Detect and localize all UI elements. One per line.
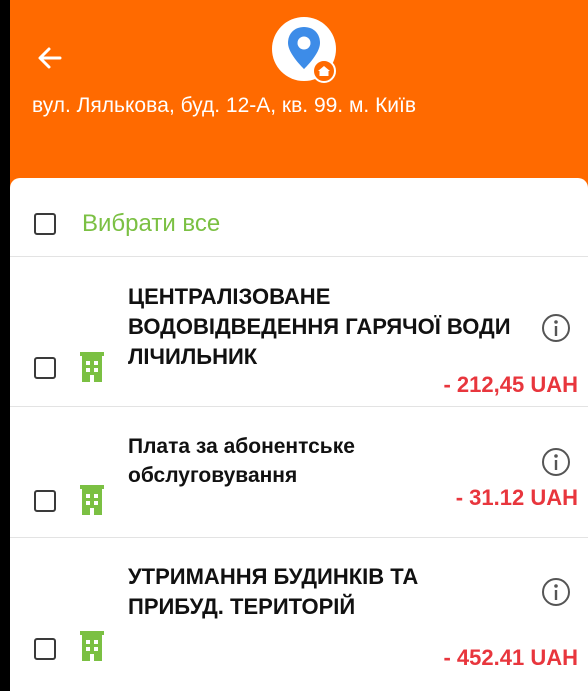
item-amount: - 31.12 UAH [455,485,578,510]
select-all-checkbox[interactable] [34,213,56,235]
services-card: Вибрати все ЦЕНТРАЛІЗОВАНЕ ВОДОВІДВЕДЕНН… [10,178,588,691]
item-checkbox[interactable] [34,638,56,660]
item-title: УТРИМАННЯ БУДИНКІВ ТА ПРИБУД. ТЕРИТОРІЙ [128,564,419,619]
home-icon [318,66,330,76]
list-item: УТРИМАННЯ БУДИНКІВ ТА ПРИБУД. ТЕРИТОРІЙ … [10,538,588,691]
list-item: Плата за абонентське обслуговування - 31… [10,407,588,538]
item-title: ЦЕНТРАЛІЗОВАНЕ ВОДОВІДВЕДЕННЯ ГАРЯЧОЇ ВО… [128,284,511,369]
item-checkbox[interactable] [34,490,56,512]
info-button[interactable] [540,446,572,478]
address-text: вул. Ляльковa, буд. 12-А, кв. 99. м. Киї… [32,94,417,117]
building-icon [80,352,104,382]
info-icon [542,448,570,476]
header: вул. Ляльковa, буд. 12-А, кв. 99. м. Киї… [10,0,588,190]
select-all-label: Вибрати все [82,210,221,237]
info-button[interactable] [540,576,572,608]
select-all-row[interactable]: Вибрати все [10,178,588,257]
back-button[interactable] [32,40,68,76]
item-amount: - 212,45 UAH [443,372,578,397]
info-button[interactable] [540,312,572,344]
list-item: ЦЕНТРАЛІЗОВАНЕ ВОДОВІДВЕДЕННЯ ГАРЯЧОЇ ВО… [10,257,588,407]
building-icon [80,485,104,515]
home-badge [312,59,336,83]
item-checkbox[interactable] [34,357,56,379]
app-frame: вул. Ляльковa, буд. 12-А, кв. 99. м. Киї… [10,0,588,691]
arrow-left-icon [38,47,62,69]
item-title: Плата за абонентське обслуговування [128,435,355,487]
item-amount: - 452.41 UAH [443,645,578,670]
info-icon [542,314,570,342]
info-icon [542,578,570,606]
building-icon [80,631,104,661]
app-logo [272,17,336,83]
